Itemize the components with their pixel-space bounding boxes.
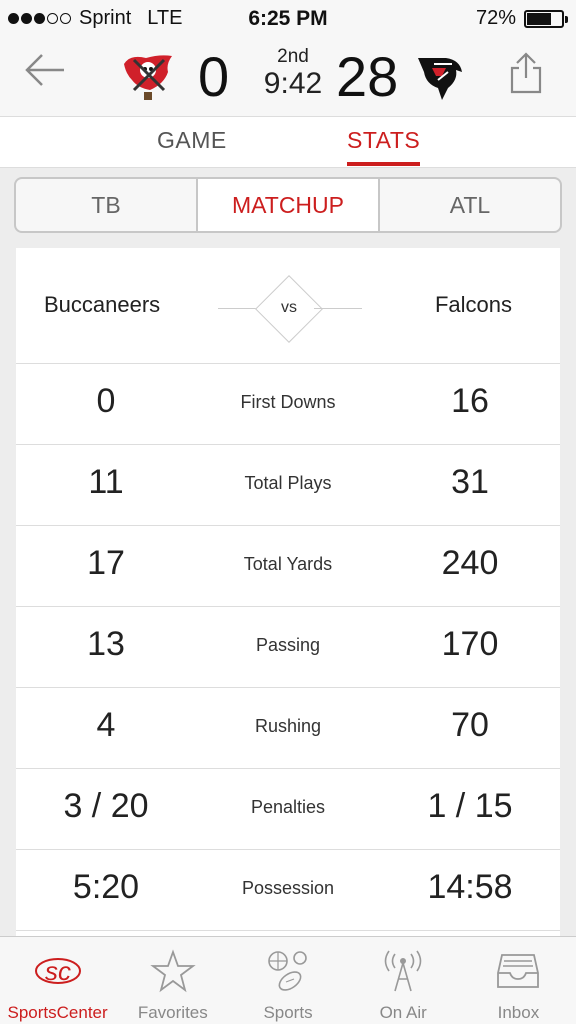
bottom-tab-bar: sc SportsCenter Favorites Sports On Air [0,936,576,1024]
segment-atl[interactable]: ATL [378,179,560,231]
stat-row-rushing: 4 Rushing 70 [16,688,560,769]
tab-label: Inbox [497,1003,540,1022]
home-score: 0 [198,45,230,108]
segment-tb[interactable]: TB [16,179,196,231]
away-stat-value: 240 [441,544,499,582]
inbox-tray-icon [497,954,540,988]
home-stat-value: 11 [88,463,124,501]
sportscenter-icon: sc [34,956,81,986]
share-icon [510,52,542,94]
matchup-stats-card: Buccaneers vs Falcons 0 First Downs 16 1… [16,248,560,938]
tab-label: SportsCenter [7,1003,108,1022]
tab-label: Favorites [137,1003,208,1022]
tab-favorites[interactable]: Favorites [115,937,230,1024]
svg-text:sc: sc [45,956,71,986]
stat-label: Rushing [254,716,322,736]
stat-row-possession: 5:20 Possession 14:58 [16,850,560,931]
stat-label: Penalties [250,797,326,817]
falcons-logo[interactable] [412,50,468,102]
sports-balls-icon [268,951,307,991]
stat-label: Passing [255,635,321,655]
back-button[interactable] [24,50,68,90]
away-stat-value: 31 [451,463,489,501]
stat-label: Total Plays [244,473,332,493]
tab-label: On Air [379,1003,427,1022]
tab-on-air[interactable]: On Air [346,937,461,1024]
home-stat-value: 5:20 [72,868,140,906]
stat-label: First Downs [240,392,336,412]
score-header: 0 2nd 9:42 28 [0,40,576,116]
away-stat-value: 1 / 15 [427,787,513,825]
stats-segmented-control: TB MATCHUP ATL [14,177,562,233]
stat-row-passing: 13 Passing 170 [16,607,560,688]
away-team-name: Falcons [434,292,512,317]
away-stat-value: 14:58 [427,868,513,906]
home-stat-value: 4 [96,706,116,744]
stat-row-penalties: 3 / 20 Penalties 1 / 15 [16,769,560,850]
buccaneers-logo[interactable] [120,50,176,102]
game-time-remaining: 9:42 [263,67,323,100]
tab-sportscenter[interactable]: sc SportsCenter [0,937,115,1024]
home-stat-value: 13 [87,625,125,663]
away-score: 28 [336,45,399,108]
tab-inbox[interactable]: Inbox [461,937,576,1024]
back-arrow-icon [25,54,64,86]
stat-label: Total Yards [243,554,333,574]
stat-row-total-yards: 17 Total Yards 240 [16,526,560,607]
game-period: 2nd [277,46,309,67]
game-clock: 2nd 9:42 [258,46,328,100]
home-team-name: Buccaneers [44,292,161,317]
status-bar: Sprint LTE 6:25 PM 72% [0,0,576,40]
tab-sports[interactable]: Sports [230,937,345,1024]
away-stat-value: 16 [451,382,489,420]
tab-stats[interactable]: STATS [347,127,421,166]
stat-label: Possession [241,878,335,898]
star-icon [150,949,196,993]
broadcast-tower-icon [384,950,422,992]
away-stat-value: 170 [441,625,499,663]
home-stat-value: 17 [87,544,125,582]
home-stat-value: 3 / 20 [63,787,149,825]
home-stat-value: 0 [96,382,116,420]
share-button[interactable] [506,50,546,96]
away-stat-value: 70 [451,706,489,744]
battery-icon [524,9,568,28]
stat-row-total-plays: 11 Total Plays 31 [16,445,560,526]
segment-matchup[interactable]: MATCHUP [196,179,378,231]
vs-label: vs [281,299,297,316]
game-tabs: GAME STATS [0,116,576,168]
tab-game[interactable]: GAME [157,127,227,154]
matchup-header: Buccaneers vs Falcons [16,248,560,364]
tab-label: Sports [263,1003,313,1022]
vs-divider-right [314,308,362,309]
stat-row-first-downs: 0 First Downs 16 [16,364,560,445]
battery-percent: 72% [475,7,516,29]
